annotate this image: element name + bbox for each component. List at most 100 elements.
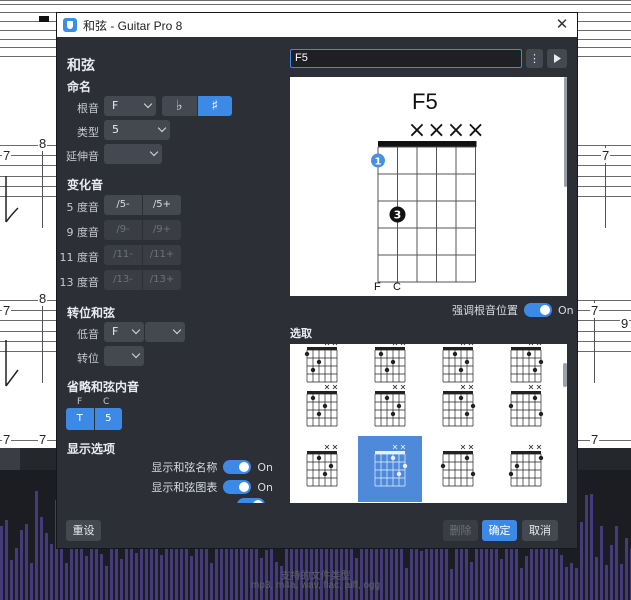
alteration-13-minus[interactable]: /13- xyxy=(104,270,143,290)
alteration-9-plus[interactable]: /9+ xyxy=(143,220,181,240)
mini-diagram-mark xyxy=(392,444,406,450)
alteration-11-minus[interactable]: /11- xyxy=(104,245,143,265)
omit-fifth-button[interactable]: 5 xyxy=(94,408,122,430)
root-select[interactable]: F xyxy=(104,96,156,116)
emphasize-root-label: 强调根音位置 xyxy=(452,304,518,317)
bass-label: 低音 xyxy=(77,328,99,341)
gallery-scrollbar[interactable] xyxy=(563,363,567,387)
bass-note-select[interactable]: F xyxy=(104,322,144,342)
show-chord-diagram-toggle[interactable] xyxy=(223,480,252,494)
reset-button[interactable]: 重设 xyxy=(66,520,101,541)
chord-voicing-thumbnail[interactable] xyxy=(290,436,354,502)
alteration-9-minus[interactable]: /9- xyxy=(104,220,143,240)
accidental-toggle[interactable]: ♭ ♯ xyxy=(162,96,232,116)
mini-diagram-mark xyxy=(304,351,310,357)
play-button[interactable] xyxy=(547,49,567,68)
extension-select[interactable] xyxy=(104,144,162,164)
mini-diagram-mark xyxy=(511,451,541,454)
more-options-button[interactable]: ⋮ xyxy=(526,49,543,68)
dialog-titlebar[interactable]: 和弦 - Guitar Pro 8 ✕ xyxy=(57,13,577,37)
tab-number: 7 xyxy=(2,148,12,163)
show-chord-name-row[interactable]: 显示和弦名称 On xyxy=(151,459,273,475)
bass-accidental-select[interactable] xyxy=(145,322,185,342)
tab-number: 7 xyxy=(2,432,12,447)
mini-diagram-mark xyxy=(443,451,473,454)
diagram-bottom-note: C xyxy=(393,281,401,293)
rest-mark xyxy=(39,16,49,22)
play-icon xyxy=(554,54,561,63)
omission-note-label: C xyxy=(103,397,110,407)
emphasize-root-toggle[interactable] xyxy=(524,303,552,317)
chord-voicing-thumbnail[interactable] xyxy=(358,376,422,442)
type-select[interactable]: 5 xyxy=(104,120,170,140)
chord-voicing-thumbnail[interactable] xyxy=(494,436,558,502)
omission-toggle[interactable]: T 5 xyxy=(66,408,122,430)
mini-chord-diagram xyxy=(508,444,544,487)
mini-diagram-mark xyxy=(324,444,338,450)
alteration-13-toggle[interactable]: /13- /13+ xyxy=(104,270,181,290)
mini-diagram-mark xyxy=(440,463,446,469)
mini-chord-diagram xyxy=(374,444,408,487)
alteration-label: 11 度音 xyxy=(59,251,100,264)
diagram-bottom-note: F xyxy=(374,281,381,293)
mini-chord-diagram xyxy=(508,384,544,427)
alteration-label: 5 度音 xyxy=(66,201,100,214)
tab-number: 7 xyxy=(601,148,611,163)
alteration-13-plus[interactable]: /13+ xyxy=(143,270,181,290)
chord-voicing-thumbnail-selected[interactable] xyxy=(358,436,422,502)
preview-scrollbar[interactable] xyxy=(564,77,567,187)
tab-number: 7 xyxy=(590,432,600,447)
chord-name-input[interactable]: F5 xyxy=(290,49,522,68)
mini-chord-diagram xyxy=(306,384,338,427)
mini-diagram-mark xyxy=(528,384,542,390)
mini-diagram-mark xyxy=(392,384,406,390)
gallery-heading: 选取 xyxy=(290,327,312,340)
close-button[interactable]: ✕ xyxy=(553,16,571,34)
chord-diagram: × × × ×13 xyxy=(371,118,485,283)
show-chord-diagram-row[interactable]: 显示和弦图表 On xyxy=(151,479,273,495)
alteration-5-minus[interactable]: /5- xyxy=(104,195,143,215)
dialog-heading: 和弦 xyxy=(67,58,95,74)
mini-diagram-mark xyxy=(464,455,470,461)
tab-number: 9 xyxy=(620,316,630,331)
flat-button[interactable]: ♭ xyxy=(162,96,198,116)
alteration-11-plus[interactable]: /11+ xyxy=(143,245,181,265)
mini-diagram-mark xyxy=(538,411,544,417)
alteration-5-toggle[interactable]: /5- /5+ xyxy=(104,195,181,215)
chord-voicing-thumbnail[interactable] xyxy=(290,376,354,442)
alteration-9-toggle[interactable]: /9- /9+ xyxy=(104,220,181,240)
cancel-button[interactable]: 取消 xyxy=(522,520,558,541)
note-stem-icon xyxy=(5,176,19,223)
omit-tonic-button[interactable]: T xyxy=(66,408,95,430)
partial-toggle-row xyxy=(237,498,277,503)
alteration-5-plus[interactable]: /5+ xyxy=(143,195,181,215)
muted-string-marker: × xyxy=(427,118,445,143)
chevron-down-icon xyxy=(143,99,153,109)
muted-string-marker: × xyxy=(466,118,484,143)
chord-voicing-thumbnail[interactable] xyxy=(426,436,490,502)
track-control[interactable] xyxy=(0,448,20,470)
emphasize-root-row[interactable]: 强调根音位置 On xyxy=(452,302,574,318)
mini-diagram-mark xyxy=(307,451,337,454)
chord-voicing-thumbnail[interactable] xyxy=(426,376,490,442)
show-chord-name-toggle[interactable] xyxy=(223,460,252,474)
finger-number: 1 xyxy=(375,157,382,168)
chord-voicing-thumbnail[interactable] xyxy=(494,376,558,442)
mini-diagram-mark xyxy=(316,411,322,417)
mini-diagram-mark xyxy=(316,455,322,461)
naming-heading: 命名 xyxy=(67,80,92,94)
toggle-state: On xyxy=(257,480,273,494)
inversion-select[interactable] xyxy=(104,346,144,366)
delete-button[interactable]: 删除 xyxy=(443,520,478,541)
alteration-11-toggle[interactable]: /11- /11+ xyxy=(104,245,181,265)
chevron-down-icon xyxy=(157,123,167,133)
mini-diagram-mark xyxy=(464,359,470,365)
sharp-button[interactable]: ♯ xyxy=(197,96,232,116)
dialog-title: 和弦 - Guitar Pro 8 xyxy=(83,18,183,33)
ok-button[interactable]: 确定 xyxy=(482,520,517,541)
mini-diagram-mark xyxy=(310,367,316,373)
guitar-pro-app-icon xyxy=(63,18,77,32)
root-label: 根音 xyxy=(77,102,99,115)
mini-diagram-mark xyxy=(443,347,473,350)
mini-diagram-mark xyxy=(390,411,396,417)
